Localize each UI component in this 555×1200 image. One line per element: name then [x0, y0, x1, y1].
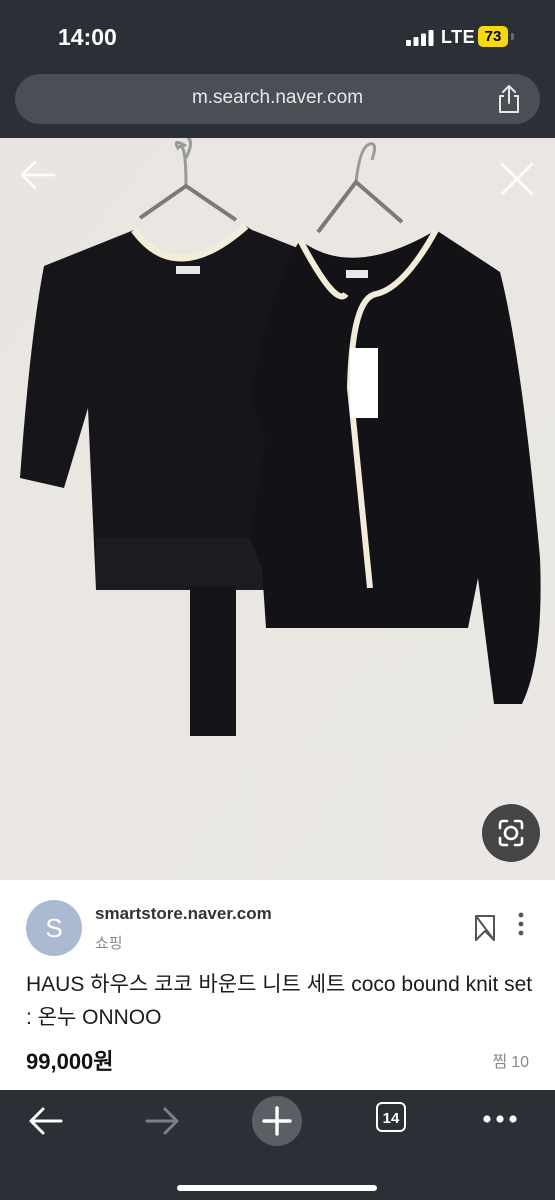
product-photo-illustration: [0, 138, 555, 880]
bookmark-icon[interactable]: [474, 914, 496, 942]
product-price: 99,000원: [26, 1049, 114, 1074]
status-bar: 14:00 LTE 73: [0, 0, 555, 75]
store-category: 쇼핑: [95, 935, 123, 952]
store-name[interactable]: smartstore.naver.com: [95, 904, 272, 924]
battery-icon: 73: [478, 26, 508, 47]
product-card[interactable]: S smartstore.naver.com 쇼핑 HAUS 하우스 코코 바운…: [0, 880, 555, 1090]
more-horizontal-icon[interactable]: [482, 1114, 518, 1124]
new-tab-button[interactable]: [252, 1096, 302, 1146]
status-time: 14:00: [58, 24, 117, 50]
product-title[interactable]: HAUS 하우스 코코 바운드 니트 세트 coco bound knit se…: [26, 968, 536, 1034]
network-type: LTE: [441, 27, 476, 47]
image-search-icon: [498, 819, 524, 847]
battery-tip: [511, 33, 514, 40]
close-icon[interactable]: [498, 160, 536, 198]
plus-icon: [262, 1106, 292, 1136]
url-text[interactable]: m.search.naver.com: [15, 87, 540, 109]
wish-number: 10: [511, 1054, 529, 1071]
product-image[interactable]: [0, 138, 555, 880]
tab-switcher-button[interactable]: 14: [376, 1102, 406, 1132]
arrow-right-icon[interactable]: [144, 1106, 180, 1136]
more-vertical-icon[interactable]: [516, 912, 526, 936]
home-indicator: [177, 1185, 377, 1191]
cellular-signal-icon: [406, 30, 434, 46]
wish-count: 찜 10: [488, 1048, 529, 1072]
arrow-left-icon[interactable]: [28, 1106, 64, 1136]
store-avatar: S: [26, 900, 82, 956]
arrow-left-icon[interactable]: [18, 158, 58, 192]
browser-toolbar: 14: [0, 1090, 555, 1200]
share-icon[interactable]: [495, 84, 523, 114]
address-bar[interactable]: m.search.naver.com: [15, 74, 540, 124]
wish-label: 찜: [492, 1054, 508, 1071]
image-search-button[interactable]: [482, 804, 540, 862]
